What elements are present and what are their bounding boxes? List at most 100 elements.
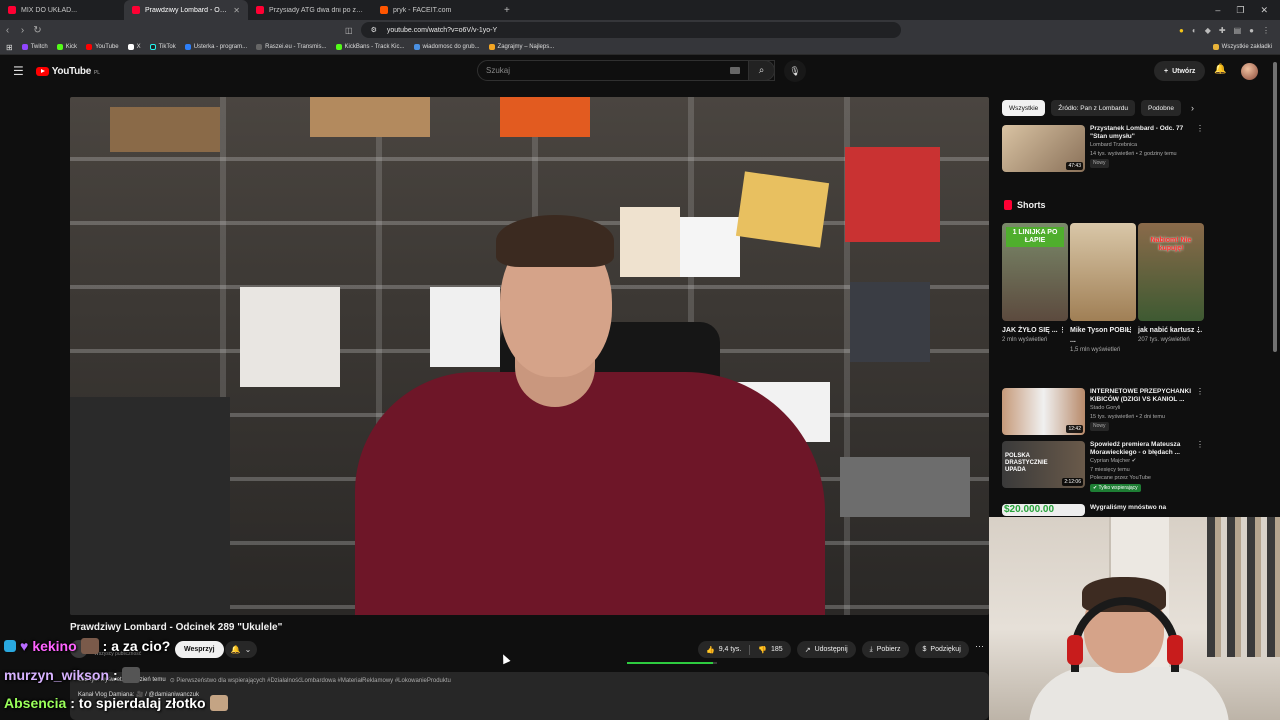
page-scrollbar[interactable] — [1273, 62, 1277, 352]
extension-icon[interactable]: ◐ — [1192, 26, 1197, 35]
search-input[interactable]: Szukaj — [477, 60, 775, 81]
chip-all[interactable]: Wszystkie — [1002, 100, 1046, 116]
folder-icon — [1212, 44, 1219, 50]
apps-icon[interactable]: ⊞ — [6, 43, 13, 52]
video-thumbnail[interactable]: 12:42 — [1002, 388, 1085, 435]
badge-icon — [4, 640, 16, 652]
short-title[interactable]: JAK ŻYŁO SIĘ ... — [1002, 327, 1058, 334]
more-actions-icon[interactable]: ⋯ — [975, 641, 984, 652]
video-title[interactable]: Wygraliśmy mnóstwo na — [1090, 504, 1202, 512]
bookmark-tiktok[interactable]: TikTok — [149, 44, 176, 50]
menu-hamburger-icon[interactable]: ☰ — [13, 64, 24, 78]
related-video[interactable]: POLSKA DRASTYCZNIE UPADA 2:12:06 Spowied… — [1002, 440, 1204, 492]
keyboard-icon[interactable] — [730, 67, 740, 74]
bookmark-kickbans[interactable]: KickBans - Track Kic... — [335, 44, 405, 50]
related-video[interactable]: 12:42 INTERNETOWE PRZEPYCHANKI KIBICÓW (… — [1002, 387, 1204, 435]
short-thumbnail[interactable]: Nabiom! Nie kupuję! — [1138, 223, 1204, 321]
more-options-icon[interactable]: ⋮ — [1195, 326, 1202, 336]
url-field[interactable]: ⚙ youtube.com/watch?v=o6V/v-1yo-Y — [360, 22, 901, 38]
more-options-icon[interactable]: ⋮ — [1196, 387, 1204, 397]
video-player[interactable] — [70, 97, 989, 615]
profile-icon[interactable]: ● — [1249, 26, 1254, 35]
maximize-icon[interactable]: ❐ — [1236, 5, 1244, 16]
extension-icon[interactable]: ◆ — [1205, 26, 1211, 35]
site-info-icon[interactable]: ⚙ — [371, 26, 377, 34]
bookmark-icon[interactable]: ◫ — [345, 26, 353, 35]
short-title[interactable]: Mike Tyson POBIŁ ... — [1070, 327, 1131, 344]
channel-name[interactable]: Stado Goryli — [1090, 404, 1202, 413]
reload-icon[interactable]: ↻ — [30, 25, 45, 36]
bookmark-kick[interactable]: Kick — [56, 44, 77, 50]
extension-icon[interactable]: ● — [1179, 26, 1184, 35]
video-title[interactable]: INTERNETOWE PRZEPYCHANKI KIBICÓW (DZIGI … — [1090, 388, 1202, 404]
sidebar-icon[interactable]: ▤ — [1234, 26, 1242, 35]
video-title[interactable]: Spowiedź premiera Mateusza Morawieckiego… — [1090, 441, 1202, 457]
create-button[interactable]: + Utwórz — [1154, 61, 1206, 81]
like-dislike-button[interactable]: 👍 9,4 tys. 👎 185 — [698, 641, 791, 658]
browser-tab-3[interactable]: Przysiady ATG dwa dni po zawodach... — [248, 0, 372, 20]
video-title[interactable]: Przystanek Lombard - Odc. 77 "Stan umysł… — [1090, 125, 1202, 141]
user-avatar[interactable] — [1241, 63, 1258, 80]
close-window-icon[interactable]: ✕ — [1260, 5, 1268, 16]
description-tags[interactable]: ⊙ Pierwszeństwo dla wspierających #Dział… — [170, 677, 451, 684]
video-scene-box — [735, 171, 830, 248]
short-item[interactable]: Nabiom! Nie kupuję! jak nabić kartusz ..… — [1138, 223, 1204, 355]
video-thumbnail[interactable]: POLSKA DRASTYCZNIE UPADA 2:12:06 — [1002, 441, 1085, 488]
browser-tab-2[interactable]: Prawdziwy Lombard - Odcin... ✕ — [124, 0, 248, 20]
chip-source[interactable]: Źródło: Pan z Lombardu — [1051, 100, 1135, 116]
video-thumbnail[interactable]: 47:43 — [1002, 125, 1085, 172]
channel-name[interactable]: Lombard Trzebnica — [1090, 141, 1202, 150]
bookmark-youtube[interactable]: YouTube — [86, 44, 119, 50]
forward-icon[interactable]: › — [15, 25, 30, 36]
chevron-right-icon[interactable]: › — [1191, 103, 1194, 113]
back-icon[interactable]: ‹ — [0, 25, 15, 36]
youtube-logo[interactable]: YouTube PL — [35, 66, 100, 77]
close-tab-icon[interactable]: ✕ — [233, 6, 240, 15]
related-filter-chips: Wszystkie Źródło: Pan z Lombardu Podobne… — [1002, 100, 1194, 116]
more-options-icon[interactable]: ⋮ — [1196, 440, 1204, 450]
bookmark-x[interactable]: X — [127, 44, 141, 50]
browser-tab-bar: MIX DO UKŁAD... Prawdziwy Lombard - Odci… — [0, 0, 1280, 20]
notifications-bell-icon[interactable]: 🔔 — [1214, 64, 1226, 75]
related-video[interactable]: $20.000.00 Wygraliśmy mnóstwo na — [1002, 504, 1202, 516]
search-button[interactable]: ⌕ — [748, 60, 775, 81]
browser-tab-4[interactable]: pryk - FACEIT.com — [372, 0, 496, 20]
bookmarks-bar: ⊞ Twitch Kick YouTube X TikTok Usterka -… — [0, 40, 1280, 55]
x-icon — [127, 44, 134, 50]
bookmark-raszei[interactable]: Raszei.eu - Transmis... — [256, 44, 327, 50]
extensions-puzzle-icon[interactable]: ✚ — [1219, 26, 1226, 35]
download-button[interactable]: ⤓ Pobierz — [861, 641, 909, 658]
short-thumbnail[interactable] — [1070, 223, 1136, 321]
new-tab-icon[interactable]: + — [496, 5, 518, 16]
menu-icon[interactable]: ⋮ — [1262, 26, 1270, 35]
related-video[interactable]: 47:43 Przystanek Lombard - Odc. 77 "Stan… — [1002, 124, 1204, 172]
more-options-icon[interactable]: ⋮ — [1196, 124, 1204, 134]
channel-name[interactable]: Cyprian Majcher ✔ — [1090, 457, 1202, 466]
join-button[interactable]: Wesprzyj — [175, 641, 224, 658]
subscription-bell-button[interactable]: 🔔 ⌄ — [225, 641, 257, 658]
message-icon — [413, 44, 420, 50]
short-thumbnail[interactable]: 1 LINIJKA PO ŁAPIE — [1002, 223, 1068, 321]
youtube-masthead: ☰ YouTube PL Szukaj ⌕ 🎙 + Utwórz 🔔 — [0, 56, 1280, 86]
plus-icon: + — [1164, 67, 1169, 75]
chip-similar[interactable]: Podobne — [1140, 100, 1182, 116]
bookmark-usterka[interactable]: Usterka - program... — [184, 44, 247, 50]
share-button[interactable]: ↗ Udostępnij — [796, 641, 856, 658]
short-item[interactable]: Mike Tyson POBIŁ ... ⋮ 1,5 mln wyświetleń — [1070, 223, 1136, 355]
all-bookmarks[interactable]: Wszystkie zakładki — [1212, 44, 1280, 50]
video-thumbnail[interactable]: $20.000.00 — [1002, 504, 1085, 516]
more-options-icon[interactable]: ⋮ — [1127, 326, 1134, 336]
download-icon: ⤓ — [869, 645, 873, 653]
browser-tab-1[interactable]: MIX DO UKŁAD... — [0, 0, 124, 20]
voice-search-button[interactable]: 🎙 — [784, 60, 806, 82]
bookmark-zagrajmy[interactable]: Zagrajmy – Najleps... — [488, 44, 554, 50]
video-scene-box — [310, 97, 430, 137]
short-item[interactable]: 1 LINIJKA PO ŁAPIE JAK ŻYŁO SIĘ ... ⋮ 2 m… — [1002, 223, 1068, 355]
bookmark-wiadomosc[interactable]: wiadomosc do grub... — [413, 44, 480, 50]
bookmark-twitch[interactable]: Twitch — [21, 44, 48, 50]
more-options-icon[interactable]: ⋮ — [1059, 326, 1066, 336]
minimize-icon[interactable]: – — [1215, 5, 1220, 16]
thanks-button[interactable]: $ Podziękuj — [914, 641, 969, 658]
video-scene-box — [680, 217, 740, 277]
short-title[interactable]: jak nabić kartusz ... — [1138, 327, 1202, 334]
